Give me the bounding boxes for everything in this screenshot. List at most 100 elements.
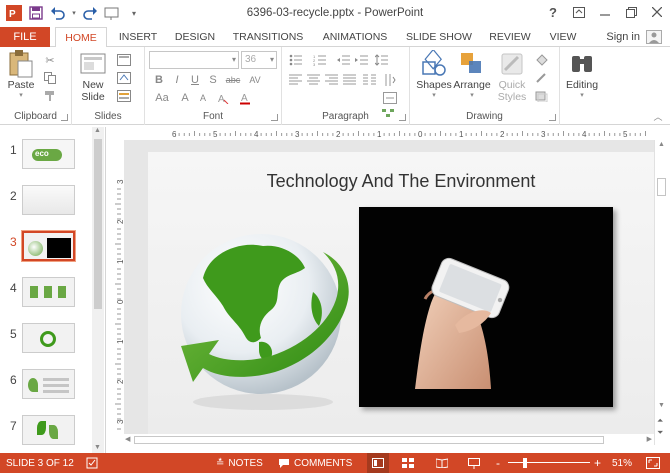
tab-home[interactable]: HOME bbox=[55, 27, 107, 48]
align-left-icon[interactable] bbox=[288, 73, 304, 87]
sign-in-link[interactable]: Sign in bbox=[606, 31, 640, 43]
line-spacing-icon[interactable] bbox=[374, 53, 390, 67]
slide-horizontal-scrollbar-thumb[interactable] bbox=[134, 436, 604, 444]
new-slide-button[interactable]: New Slide bbox=[76, 49, 110, 103]
slide-thumbnail-1[interactable]: 1 eco bbox=[0, 137, 92, 177]
shape-fill-icon[interactable] bbox=[534, 53, 550, 67]
tab-transitions[interactable]: TRANSITIONS bbox=[228, 27, 308, 47]
ribbon-display-icon[interactable] bbox=[566, 0, 592, 24]
align-center-icon[interactable] bbox=[306, 73, 322, 87]
account-avatar-icon[interactable] bbox=[646, 30, 662, 44]
scroll-up-icon[interactable]: ▲ bbox=[658, 141, 665, 148]
clipboard-launcher-icon[interactable] bbox=[61, 114, 68, 121]
spell-check-icon[interactable] bbox=[86, 453, 98, 473]
columns-icon[interactable] bbox=[362, 73, 378, 87]
slide-thumbnail-4[interactable]: 4 bbox=[0, 275, 92, 315]
globe-recycle-image[interactable] bbox=[163, 222, 363, 422]
slide-thumbnail-6[interactable]: 6 bbox=[0, 367, 92, 407]
slide-thumbnail-2[interactable]: 2 bbox=[0, 183, 92, 223]
tab-design[interactable]: DESIGN bbox=[170, 27, 220, 47]
close-icon[interactable] bbox=[644, 0, 670, 24]
previous-slide-icon[interactable]: ⏶ bbox=[657, 416, 663, 426]
shape-effects-icon[interactable] bbox=[534, 89, 550, 103]
tab-insert[interactable]: INSERT bbox=[113, 27, 163, 47]
slide-title[interactable]: Technology And The Environment bbox=[148, 171, 654, 192]
font-size-box[interactable]: 36 ▾ bbox=[241, 51, 277, 69]
hand-phone-photo[interactable] bbox=[359, 207, 613, 407]
slide-horizontal-scrollbar[interactable]: ◀ ▶ bbox=[124, 434, 654, 446]
zoom-out-button[interactable]: - bbox=[496, 453, 500, 473]
shapes-dropdown-icon[interactable]: ▾ bbox=[432, 91, 436, 99]
decrease-indent-icon[interactable] bbox=[336, 53, 352, 67]
tab-review[interactable]: REVIEW bbox=[482, 27, 538, 47]
font-name-box[interactable]: ▾ bbox=[149, 51, 239, 69]
drawing-launcher-icon[interactable] bbox=[549, 114, 556, 121]
decrease-font-button[interactable]: A bbox=[195, 91, 211, 105]
notes-button[interactable]: ≛ NOTES bbox=[216, 453, 263, 473]
numbering-icon[interactable]: 123 bbox=[312, 53, 328, 67]
increase-font-button[interactable]: A bbox=[177, 91, 193, 105]
paste-dropdown-icon[interactable]: ▾ bbox=[19, 91, 23, 99]
fit-slide-button[interactable] bbox=[646, 453, 660, 473]
change-case-button[interactable]: Aa bbox=[151, 91, 173, 105]
slide-vertical-scrollbar[interactable]: ▲ ▼ ⏶ ⏷ bbox=[654, 140, 668, 445]
next-slide-icon[interactable]: ⏷ bbox=[657, 428, 663, 438]
align-text-icon[interactable] bbox=[382, 91, 398, 105]
reset-icon[interactable] bbox=[116, 71, 132, 85]
editing-button[interactable]: Editing ▾ bbox=[562, 49, 602, 99]
help-icon[interactable]: ? bbox=[540, 0, 566, 24]
scroll-down-icon[interactable]: ▼ bbox=[94, 444, 101, 451]
slide-thumbnail-7[interactable]: 7 bbox=[0, 413, 92, 453]
normal-view-button[interactable] bbox=[367, 453, 389, 473]
bold-button[interactable]: B bbox=[151, 73, 167, 87]
slide-vertical-scrollbar-thumb[interactable] bbox=[657, 178, 666, 196]
strikethrough-button[interactable]: abc bbox=[223, 73, 243, 87]
slide-thumbnail-5[interactable]: 5 bbox=[0, 321, 92, 361]
character-spacing-button[interactable]: AV bbox=[245, 73, 265, 87]
tab-file[interactable]: FILE bbox=[0, 27, 50, 47]
increase-indent-icon[interactable] bbox=[354, 53, 370, 67]
underline-button[interactable]: U bbox=[187, 73, 203, 87]
tab-animations[interactable]: ANIMATIONS bbox=[315, 27, 395, 47]
font-name-dropdown-icon[interactable]: ▾ bbox=[232, 52, 236, 68]
minimize-icon[interactable] bbox=[592, 0, 618, 24]
paragraph-launcher-icon[interactable] bbox=[399, 114, 406, 121]
font-launcher-icon[interactable] bbox=[271, 114, 278, 121]
format-painter-icon[interactable] bbox=[42, 89, 58, 103]
zoom-slider[interactable] bbox=[508, 462, 590, 463]
editing-dropdown-icon[interactable]: ▾ bbox=[580, 91, 584, 99]
reading-view-button[interactable] bbox=[436, 453, 448, 473]
justify-icon[interactable] bbox=[342, 73, 358, 87]
tab-view[interactable]: VIEW bbox=[543, 27, 583, 47]
section-icon[interactable] bbox=[116, 89, 132, 103]
italic-button[interactable]: I bbox=[169, 73, 185, 87]
align-right-icon[interactable] bbox=[324, 73, 340, 87]
shape-outline-icon[interactable] bbox=[534, 71, 550, 85]
collapse-ribbon-icon[interactable]: ︿ bbox=[650, 109, 666, 123]
scroll-left-icon[interactable]: ◀ bbox=[125, 435, 130, 443]
scroll-up-icon[interactable]: ▲ bbox=[94, 127, 101, 134]
quick-styles-button[interactable]: Quick Styles bbox=[492, 49, 532, 103]
text-direction-icon[interactable] bbox=[382, 73, 398, 87]
text-shadow-button[interactable]: S bbox=[205, 73, 221, 87]
restore-icon[interactable] bbox=[618, 0, 644, 24]
paste-button[interactable]: Paste ▾ bbox=[4, 49, 38, 99]
zoom-slider-thumb[interactable] bbox=[523, 458, 527, 468]
arrange-dropdown-icon[interactable]: ▾ bbox=[470, 91, 474, 99]
bullets-icon[interactable] bbox=[288, 53, 304, 67]
font-color-icon[interactable]: A bbox=[237, 91, 253, 105]
comments-button[interactable]: COMMENTS bbox=[278, 453, 352, 473]
zoom-in-button[interactable]: + bbox=[594, 453, 601, 473]
copy-icon[interactable] bbox=[42, 71, 58, 85]
layout-icon[interactable] bbox=[116, 53, 132, 67]
current-slide[interactable]: Technology And The Environment bbox=[148, 152, 654, 434]
thumbnails-scrollbar[interactable]: ▲ ▼ bbox=[92, 127, 104, 453]
arrange-button[interactable]: Arrange ▾ bbox=[452, 49, 492, 99]
thumbnails-scrollbar-thumb[interactable] bbox=[94, 139, 102, 309]
font-size-dropdown-icon[interactable]: ▾ bbox=[270, 52, 274, 68]
shapes-button[interactable]: Shapes ▾ bbox=[414, 49, 454, 99]
scroll-right-icon[interactable]: ▶ bbox=[647, 435, 652, 443]
cut-icon[interactable]: ✂ bbox=[42, 53, 58, 67]
slide-sorter-button[interactable] bbox=[402, 453, 414, 473]
scroll-down-icon[interactable]: ▼ bbox=[658, 402, 665, 409]
